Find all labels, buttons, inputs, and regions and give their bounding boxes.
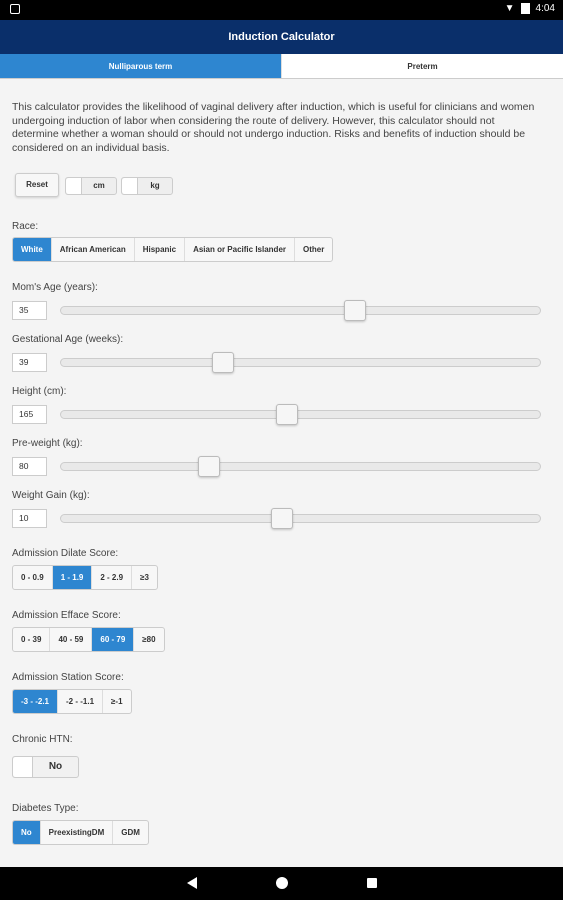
recent-apps-icon[interactable] [367,878,377,888]
station-score-selector: -3 - -2.1 -2 - -1.1 ≥-1 [12,689,132,714]
efface-option-0[interactable]: 0 - 39 [13,628,51,651]
app-title: Induction Calculator [0,20,563,54]
preweight-input[interactable]: 80 [12,457,47,476]
preweight-slider-track[interactable] [60,456,541,477]
efface-score-label: Admission Efface Score: [12,610,121,621]
back-icon[interactable] [187,877,197,889]
height-input[interactable]: 165 [12,405,47,424]
weight-gain-input[interactable]: 10 [12,509,47,528]
height-slider-thumb[interactable] [276,404,298,425]
status-time: 4:04 [535,3,555,14]
home-icon[interactable] [276,877,288,889]
station-score-label: Admission Station Score: [12,672,124,683]
status-bar: ▼ 4:04 [0,0,563,20]
age-label: Mom's Age (years): [12,282,98,293]
age-input[interactable]: 35 [12,301,47,320]
dilate-score-selector: 0 - 0.9 1 - 1.9 2 - 2.9 ≥3 [12,565,158,590]
age-slider-thumb[interactable] [344,300,366,321]
weight-gain-slider-track[interactable] [60,508,541,529]
tab-bar: Nulliparous term Preterm [0,54,563,79]
age-slider-track[interactable] [60,300,541,321]
toggle-knob [13,757,33,777]
race-option-african-american[interactable]: African American [52,238,135,261]
gestational-age-slider-track[interactable] [60,352,541,373]
cm-toggle[interactable]: cm [65,177,117,195]
intro-text: This calculator provides the likelihood … [12,101,535,154]
race-option-other[interactable]: Other [295,238,332,261]
diabetes-type-selector: No PreexistingDM GDM [12,820,149,845]
calculator-form: This calculator provides the likelihood … [0,79,563,867]
race-option-white[interactable]: White [13,238,52,261]
efface-option-2[interactable]: 60 - 79 [92,628,135,651]
toggle-knob [122,178,138,194]
dilate-option-2[interactable]: 2 - 2.9 [92,566,133,589]
efface-option-3[interactable]: ≥80 [134,628,163,651]
efface-score-selector: 0 - 39 40 - 59 60 - 79 ≥80 [12,627,165,652]
cm-label: cm [93,181,105,190]
race-option-hispanic[interactable]: Hispanic [135,238,186,261]
dilate-option-3[interactable]: ≥3 [132,566,157,589]
reset-button[interactable]: Reset [15,173,59,197]
station-option-2[interactable]: ≥-1 [103,690,131,713]
chronic-htn-value: No [48,761,63,772]
kg-toggle[interactable]: kg [121,177,173,195]
toggle-knob [66,178,82,194]
gestational-age-input[interactable]: 39 [12,353,47,372]
race-selector: White African American Hispanic Asian or… [12,237,334,262]
weight-gain-label: Weight Gain (kg): [12,490,90,501]
system-nav-bar [0,867,563,900]
wifi-off-icon: ▼ [504,3,515,14]
dilate-score-label: Admission Dilate Score: [12,548,119,559]
diabetes-option-no[interactable]: No [13,821,41,844]
station-option-1[interactable]: -2 - -1.1 [58,690,104,713]
weight-gain-slider-thumb[interactable] [271,508,293,529]
kg-label: kg [150,181,160,190]
gestational-age-slider-thumb[interactable] [212,352,234,373]
race-option-asian-pacific[interactable]: Asian or Pacific Islander [185,238,296,261]
diabetes-option-gdm[interactable]: GDM [113,821,148,844]
notification-icon [10,4,20,14]
battery-icon [520,3,530,14]
station-option-0[interactable]: -3 - -2.1 [13,690,59,713]
height-label: Height (cm): [12,386,67,397]
dilate-option-1[interactable]: 1 - 1.9 [52,566,93,589]
diabetes-type-label: Diabetes Type: [12,803,79,814]
efface-option-1[interactable]: 40 - 59 [50,628,93,651]
preweight-label: Pre-weight (kg): [12,438,83,449]
tab-nulliparous-term[interactable]: Nulliparous term [0,54,281,78]
diabetes-option-preexisting[interactable]: PreexistingDM [41,821,114,844]
chronic-htn-label: Chronic HTN: [12,734,73,745]
tab-preterm[interactable]: Preterm [281,54,563,78]
height-slider-track[interactable] [60,404,541,425]
chronic-htn-toggle[interactable]: No [12,756,79,778]
race-label: Race: [12,221,39,232]
preweight-slider-thumb[interactable] [198,456,220,477]
dilate-option-0[interactable]: 0 - 0.9 [13,566,53,589]
gestational-age-label: Gestational Age (weeks): [12,334,124,345]
